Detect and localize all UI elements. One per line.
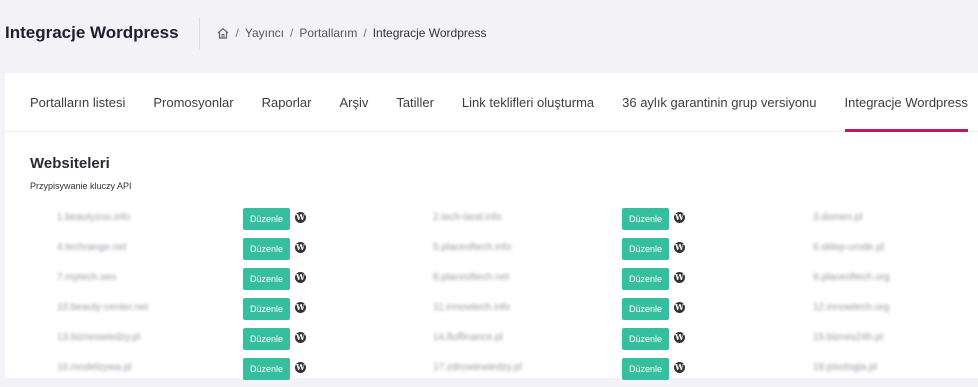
wordpress-icon: W: [295, 332, 306, 343]
website-name: 11.innowtech.info: [433, 302, 511, 313]
breadcrumb-separator: /: [290, 26, 294, 40]
edit-button[interactable]: Düzenle: [243, 238, 290, 260]
website-name: 2.tech-land.info: [433, 212, 502, 223]
home-icon[interactable]: [216, 26, 230, 40]
wordpress-icon: W: [674, 332, 685, 343]
tab-portal-list[interactable]: Portalların listesi: [30, 73, 125, 131]
edit-button[interactable]: Düzenle: [243, 328, 290, 350]
tab-promotions[interactable]: Promosyonlar: [153, 73, 233, 131]
breadcrumb: / Yayıncı / Portallarım / Integracje Wor…: [216, 26, 487, 40]
edit-button[interactable]: Düzenle: [243, 268, 290, 290]
website-name: 18.pisologia.pl: [813, 362, 877, 373]
website-name: 10.beauty-center.net: [57, 302, 149, 313]
website-name: 1.beautyzoo.info: [57, 212, 131, 223]
tab-link-offers[interactable]: Link teklifleri oluşturma: [462, 73, 594, 131]
section-title: Websiteleri: [30, 155, 110, 172]
website-name: 6.sklep-urode.pl: [813, 242, 885, 253]
website-row: 7.mytech.seo Düzenle W 8.placeoftech.net Düz…: [5, 267, 978, 297]
website-row: 13.bizneswiedzy.pl Düzenle W 14.fluffinance…: [5, 327, 978, 357]
section-subtitle: Przypisywanie kluczy API: [30, 181, 132, 191]
tab-wordpress-integrations[interactable]: Integracje Wordpress: [844, 73, 969, 132]
wordpress-icon: W: [674, 302, 685, 313]
wordpress-icon: W: [295, 212, 306, 223]
wordpress-icon: W: [295, 302, 306, 313]
edit-button[interactable]: Düzenle: [243, 298, 290, 320]
website-row: 1.beautyzoo.info Düzenle W 2.tech-land.info…: [5, 207, 978, 237]
edit-button[interactable]: Düzenle: [622, 358, 669, 380]
edit-button[interactable]: Düzenle: [622, 328, 669, 350]
breadcrumb-separator: /: [363, 26, 367, 40]
edit-button[interactable]: Düzenle: [622, 298, 669, 320]
wordpress-icon: W: [674, 242, 685, 253]
edit-button[interactable]: Düzenle: [622, 268, 669, 290]
edit-button[interactable]: Düzenle: [622, 238, 669, 260]
content-card: Portalların listesi Promosyonlar Raporla…: [5, 73, 978, 380]
website-name: 15.biznes24h.pl: [813, 332, 884, 343]
tab-archive[interactable]: Arşiv: [339, 73, 368, 131]
wordpress-icon: W: [295, 362, 306, 373]
website-row: 16.modelzywa.pl Düzenle W 17.zdrowiewiedzy.…: [5, 357, 978, 387]
tab-bar: Portalların listesi Promosyonlar Raporla…: [5, 73, 978, 132]
breadcrumb-item[interactable]: Yayıncı: [245, 26, 284, 40]
edit-button[interactable]: Düzenle: [243, 208, 290, 230]
wordpress-icon: W: [674, 272, 685, 283]
top-bar: Integracje Wordpress / Yayıncı / Portall…: [0, 0, 978, 66]
breadcrumb-separator: /: [235, 26, 239, 40]
website-row: 4.techrange.net Düzenle W 5.placeoftech.inf…: [5, 237, 978, 267]
website-name: 13.bizneswiedzy.pl: [57, 332, 141, 343]
website-name: 3.domen.pl: [813, 212, 863, 223]
website-name: 16.modelzywa.pl: [57, 362, 132, 373]
divider: [198, 17, 200, 49]
website-name: 4.techrange.net: [57, 242, 127, 253]
website-row: 10.beauty-center.net Düzenle W 11.innowtech…: [5, 297, 978, 327]
breadcrumb-current: Integracje Wordpress: [372, 26, 487, 40]
website-name: 9.placeoftech.org: [813, 272, 890, 283]
wordpress-icon: W: [674, 212, 685, 223]
wordpress-icon: W: [674, 362, 685, 373]
edit-button[interactable]: Düzenle: [622, 208, 669, 230]
wordpress-icon: W: [295, 242, 306, 253]
breadcrumb-item[interactable]: Portallarım: [299, 26, 357, 40]
page-title: Integracje Wordpress: [5, 23, 179, 42]
website-name: 14.fluffinance.pl: [433, 332, 503, 343]
website-name: 8.placeoftech.net: [433, 272, 510, 283]
tab-reports[interactable]: Raporlar: [262, 73, 312, 131]
website-name: 7.mytech.seo: [57, 272, 117, 283]
website-name: 5.placeoftech.info: [433, 242, 512, 253]
websites-grid: 1.beautyzoo.info Düzenle W 2.tech-land.info…: [5, 207, 978, 387]
tab-group-guarantee[interactable]: 36 aylık garantinin grup versiyonu: [622, 73, 816, 131]
website-name: 12.innowtech.org: [813, 302, 890, 313]
tab-holidays[interactable]: Tatiller: [396, 73, 434, 131]
edit-button[interactable]: Düzenle: [243, 358, 290, 380]
website-name: 17.zdrowiewiedzy.pl: [433, 362, 522, 373]
wordpress-icon: W: [295, 272, 306, 283]
